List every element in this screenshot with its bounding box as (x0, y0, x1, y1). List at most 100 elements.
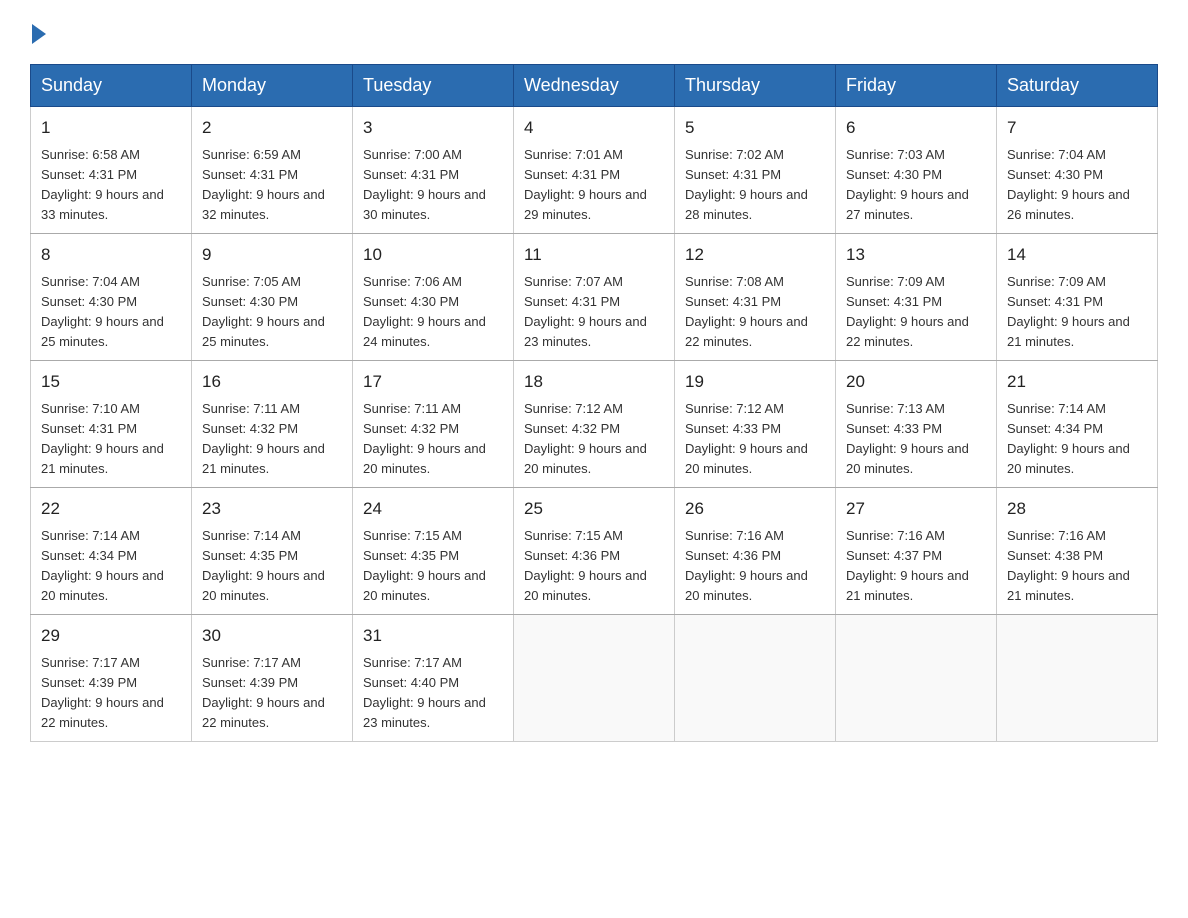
calendar-day-header: Thursday (675, 65, 836, 107)
calendar-day-cell: 9Sunrise: 7:05 AMSunset: 4:30 PMDaylight… (192, 234, 353, 361)
day-number: 28 (1007, 496, 1147, 522)
day-number: 8 (41, 242, 181, 268)
day-number: 23 (202, 496, 342, 522)
day-number: 22 (41, 496, 181, 522)
calendar-day-cell: 21 Sunrise: 7:14 AMSunset: 4:34 PMDayligh… (997, 361, 1158, 488)
calendar-day-cell: 7 Sunrise: 7:04 AMSunset: 4:30 PMDaylight… (997, 107, 1158, 234)
calendar-week-row: 8 Sunrise: 7:04 AMSunset: 4:30 PMDaylight… (31, 234, 1158, 361)
day-number: 30 (202, 623, 342, 649)
calendar-day-cell: 26 Sunrise: 7:16 AMSunset: 4:36 PMDayligh… (675, 488, 836, 615)
day-number: 26 (685, 496, 825, 522)
calendar-day-cell: 10 Sunrise: 7:06 AMSunset: 4:30 PMDayligh… (353, 234, 514, 361)
day-info: Sunrise: 7:07 AMSunset: 4:31 PMDaylight:… (524, 272, 664, 353)
calendar-day-cell: 6 Sunrise: 7:03 AMSunset: 4:30 PMDaylight… (836, 107, 997, 234)
day-number: 25 (524, 496, 664, 522)
calendar-table: SundayMondayTuesdayWednesdayThursdayFrid… (30, 64, 1158, 742)
day-number: 20 (846, 369, 986, 395)
calendar-day-header: Wednesday (514, 65, 675, 107)
day-number: 13 (846, 242, 986, 268)
day-number: 2 (202, 115, 342, 141)
calendar-day-cell: 29 Sunrise: 7:17 AMSunset: 4:39 PMDayligh… (31, 615, 192, 742)
calendar-day-cell: 12 Sunrise: 7:08 AMSunset: 4:31 PMDayligh… (675, 234, 836, 361)
day-info: Sunrise: 6:59 AMSunset: 4:31 PMDaylight:… (202, 145, 342, 226)
calendar-day-header: Saturday (997, 65, 1158, 107)
day-info: Sunrise: 7:09 AMSunset: 4:31 PMDaylight:… (1007, 272, 1147, 353)
day-info: Sunrise: 7:15 AMSunset: 4:36 PMDaylight:… (524, 526, 664, 607)
day-number: 7 (1007, 115, 1147, 141)
calendar-day-cell: 24 Sunrise: 7:15 AMSunset: 4:35 PMDayligh… (353, 488, 514, 615)
day-number: 3 (363, 115, 503, 141)
day-number: 5 (685, 115, 825, 141)
calendar-day-cell: 23 Sunrise: 7:14 AMSunset: 4:35 PMDayligh… (192, 488, 353, 615)
day-number: 29 (41, 623, 181, 649)
calendar-day-cell: 18Sunrise: 7:12 AMSunset: 4:32 PMDayligh… (514, 361, 675, 488)
day-number: 27 (846, 496, 986, 522)
calendar-day-cell: 1Sunrise: 6:58 AMSunset: 4:31 PMDaylight… (31, 107, 192, 234)
day-number: 21 (1007, 369, 1147, 395)
calendar-day-cell: 15Sunrise: 7:10 AMSunset: 4:31 PMDayligh… (31, 361, 192, 488)
day-number: 6 (846, 115, 986, 141)
calendar-day-cell: 14 Sunrise: 7:09 AMSunset: 4:31 PMDayligh… (997, 234, 1158, 361)
day-info: Sunrise: 7:15 AMSunset: 4:35 PMDaylight:… (363, 526, 503, 607)
day-number: 14 (1007, 242, 1147, 268)
calendar-day-cell (836, 615, 997, 742)
day-info: Sunrise: 7:01 AMSunset: 4:31 PMDaylight:… (524, 145, 664, 226)
day-number: 19 (685, 369, 825, 395)
calendar-day-cell: 3Sunrise: 7:00 AMSunset: 4:31 PMDaylight… (353, 107, 514, 234)
calendar-day-header: Sunday (31, 65, 192, 107)
calendar-day-cell: 27 Sunrise: 7:16 AMSunset: 4:37 PMDayligh… (836, 488, 997, 615)
calendar-week-row: 15Sunrise: 7:10 AMSunset: 4:31 PMDayligh… (31, 361, 1158, 488)
calendar-day-cell (675, 615, 836, 742)
day-number: 1 (41, 115, 181, 141)
day-info: Sunrise: 7:16 AMSunset: 4:37 PMDaylight:… (846, 526, 986, 607)
day-info: Sunrise: 7:03 AMSunset: 4:30 PMDaylight:… (846, 145, 986, 226)
day-info: Sunrise: 7:02 AMSunset: 4:31 PMDaylight:… (685, 145, 825, 226)
day-info: Sunrise: 7:08 AMSunset: 4:31 PMDaylight:… (685, 272, 825, 353)
calendar-day-cell: 25 Sunrise: 7:15 AMSunset: 4:36 PMDayligh… (514, 488, 675, 615)
day-number: 17 (363, 369, 503, 395)
day-info: Sunrise: 7:16 AMSunset: 4:38 PMDaylight:… (1007, 526, 1147, 607)
calendar-week-row: 29 Sunrise: 7:17 AMSunset: 4:39 PMDayligh… (31, 615, 1158, 742)
day-info: Sunrise: 7:14 AMSunset: 4:34 PMDaylight:… (1007, 399, 1147, 480)
day-info: Sunrise: 7:13 AMSunset: 4:33 PMDaylight:… (846, 399, 986, 480)
day-info: Sunrise: 7:09 AMSunset: 4:31 PMDaylight:… (846, 272, 986, 353)
day-number: 15 (41, 369, 181, 395)
calendar-day-cell: 20 Sunrise: 7:13 AMSunset: 4:33 PMDayligh… (836, 361, 997, 488)
calendar-day-cell: 30 Sunrise: 7:17 AMSunset: 4:39 PMDayligh… (192, 615, 353, 742)
calendar-day-cell: 4Sunrise: 7:01 AMSunset: 4:31 PMDaylight… (514, 107, 675, 234)
calendar-header-row: SundayMondayTuesdayWednesdayThursdayFrid… (31, 65, 1158, 107)
day-info: Sunrise: 7:06 AMSunset: 4:30 PMDaylight:… (363, 272, 503, 353)
calendar-day-cell: 17 Sunrise: 7:11 AMSunset: 4:32 PMDayligh… (353, 361, 514, 488)
logo (30, 20, 46, 44)
day-info: Sunrise: 7:16 AMSunset: 4:36 PMDaylight:… (685, 526, 825, 607)
day-number: 10 (363, 242, 503, 268)
calendar-day-cell: 8 Sunrise: 7:04 AMSunset: 4:30 PMDaylight… (31, 234, 192, 361)
day-number: 16 (202, 369, 342, 395)
day-info: Sunrise: 7:14 AMSunset: 4:34 PMDaylight:… (41, 526, 181, 607)
day-number: 12 (685, 242, 825, 268)
calendar-day-cell: 11 Sunrise: 7:07 AMSunset: 4:31 PMDayligh… (514, 234, 675, 361)
day-info: Sunrise: 7:12 AMSunset: 4:33 PMDaylight:… (685, 399, 825, 480)
day-info: Sunrise: 7:04 AMSunset: 4:30 PMDaylight:… (41, 272, 181, 353)
day-info: Sunrise: 7:05 AMSunset: 4:30 PMDaylight:… (202, 272, 342, 353)
calendar-day-cell: 19 Sunrise: 7:12 AMSunset: 4:33 PMDayligh… (675, 361, 836, 488)
day-info: Sunrise: 7:11 AMSunset: 4:32 PMDaylight:… (363, 399, 503, 480)
calendar-day-cell: 28 Sunrise: 7:16 AMSunset: 4:38 PMDayligh… (997, 488, 1158, 615)
day-info: Sunrise: 7:04 AMSunset: 4:30 PMDaylight:… (1007, 145, 1147, 226)
day-number: 11 (524, 242, 664, 268)
calendar-week-row: 22 Sunrise: 7:14 AMSunset: 4:34 PMDayligh… (31, 488, 1158, 615)
calendar-day-header: Friday (836, 65, 997, 107)
day-info: Sunrise: 7:14 AMSunset: 4:35 PMDaylight:… (202, 526, 342, 607)
day-number: 24 (363, 496, 503, 522)
day-info: Sunrise: 7:17 AMSunset: 4:39 PMDaylight:… (202, 653, 342, 734)
day-number: 31 (363, 623, 503, 649)
day-info: Sunrise: 7:17 AMSunset: 4:40 PMDaylight:… (363, 653, 503, 734)
calendar-day-header: Tuesday (353, 65, 514, 107)
calendar-day-cell: 13 Sunrise: 7:09 AMSunset: 4:31 PMDayligh… (836, 234, 997, 361)
calendar-week-row: 1Sunrise: 6:58 AMSunset: 4:31 PMDaylight… (31, 107, 1158, 234)
calendar-day-cell: 22 Sunrise: 7:14 AMSunset: 4:34 PMDayligh… (31, 488, 192, 615)
logo-arrow-icon (32, 24, 46, 44)
day-number: 18 (524, 369, 664, 395)
day-info: Sunrise: 7:17 AMSunset: 4:39 PMDaylight:… (41, 653, 181, 734)
calendar-day-cell (514, 615, 675, 742)
